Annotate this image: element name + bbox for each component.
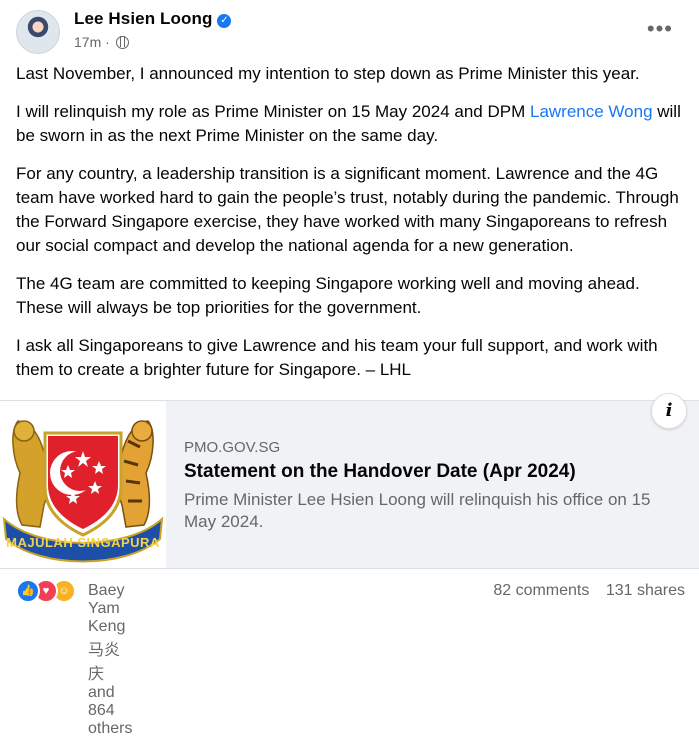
link-preview-card[interactable]: MAJULAH SINGAPURA i PMO.GOV.SG Statement… xyxy=(0,393,699,569)
globe-icon xyxy=(115,36,129,49)
post-time[interactable]: 17m xyxy=(74,34,101,50)
shares-count[interactable]: 131 shares xyxy=(606,582,685,599)
post-meta: 17m · xyxy=(74,34,129,50)
singapore-coat-of-arms-image[interactable]: MAJULAH SINGAPURA xyxy=(0,401,166,568)
verified-badge-icon: ✓ xyxy=(217,14,232,28)
more-options-icon[interactable]: ••• xyxy=(647,16,673,42)
motto-text: MAJULAH SINGAPURA xyxy=(6,535,160,550)
author-name[interactable]: Lee Hsien Loong ✓ xyxy=(74,9,232,29)
meta-separator: · xyxy=(105,34,110,50)
post-paragraph: For any country, a leadership transition… xyxy=(16,164,679,255)
coat-of-arms-graphic: MAJULAH SINGAPURA xyxy=(2,420,164,563)
post-paragraph: I will relinquish my role as Prime Minis… xyxy=(16,100,686,148)
mention-link[interactable]: Lawrence Wong xyxy=(530,102,653,121)
post-paragraph-text: I will relinquish my role as Prime Minis… xyxy=(16,102,530,121)
link-domain: PMO.GOV.SG xyxy=(184,439,281,456)
post-paragraph: I ask all Singaporeans to give Lawrence … xyxy=(16,336,658,379)
like-reaction-icon: 👍 xyxy=(16,579,40,603)
comments-count[interactable]: 82 comments xyxy=(493,582,589,599)
facebook-post: Lee Hsien Loong ✓ 17m · ••• Last November… xyxy=(0,0,699,737)
post-body: Last November, I announced my intention … xyxy=(16,62,686,396)
info-icon[interactable]: i xyxy=(651,393,687,429)
post-paragraph: The 4G team are committed to keeping Sin… xyxy=(16,274,640,317)
post-footer: 👍 ♥ ☺ Baey Yam Keng 马炎庆 and 864 others 8… xyxy=(16,578,687,737)
reaction-names[interactable]: Baey Yam Keng 马炎庆 and 864 others xyxy=(88,582,132,738)
post-paragraph: Last November, I announced my intention … xyxy=(16,64,640,83)
post-header: Lee Hsien Loong ✓ 17m · ••• xyxy=(16,6,683,56)
link-preview-body[interactable]: i PMO.GOV.SG Statement on the Handover D… xyxy=(166,393,699,568)
author-name-text[interactable]: Lee Hsien Loong xyxy=(74,9,212,28)
link-description: Prime Minister Lee Hsien Loong will reli… xyxy=(184,490,651,531)
engagement-counts: 82 comments 131 shares xyxy=(481,582,685,600)
link-title[interactable]: Statement on the Handover Date (Apr 2024… xyxy=(184,461,576,483)
author-avatar[interactable] xyxy=(16,10,60,54)
